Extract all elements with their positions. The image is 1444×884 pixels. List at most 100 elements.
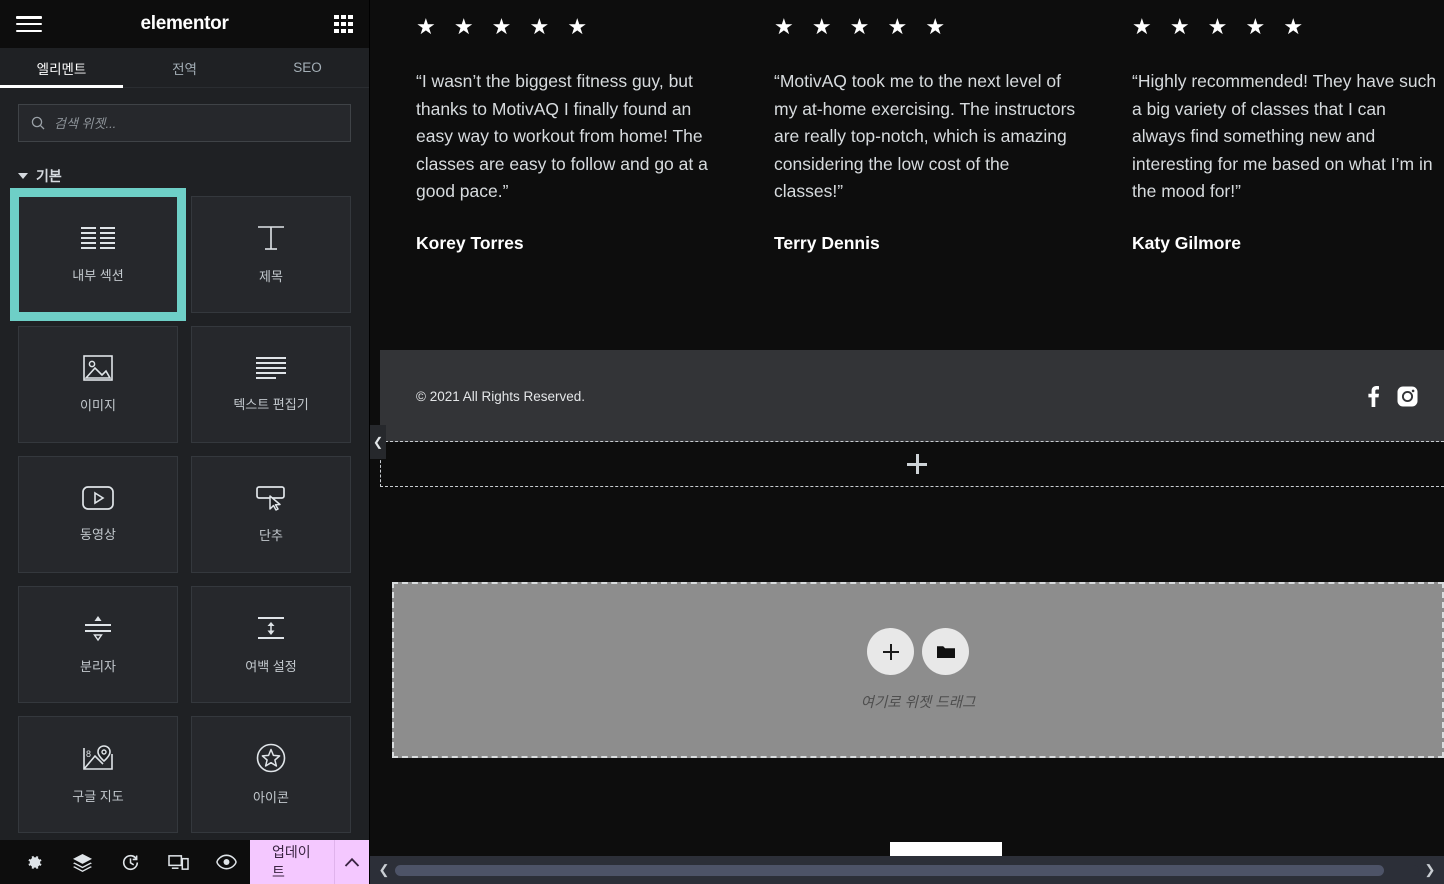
settings-gear-icon[interactable]: [10, 840, 58, 884]
facebook-icon[interactable]: [1368, 385, 1379, 407]
image-icon: [83, 355, 113, 381]
update-options-button[interactable]: [334, 840, 369, 884]
widget-text-editor[interactable]: 텍스트 편집기: [191, 326, 351, 443]
search-icon: [31, 116, 45, 130]
widget-divider-label: 분리자: [80, 659, 116, 674]
plus-icon: [907, 454, 927, 474]
panel-tabs: 엘리멘트 전역 SEO: [0, 48, 369, 88]
chevron-up-icon: [345, 857, 360, 867]
dropzone-label: 여기로 위젯 드래그: [860, 695, 976, 711]
site-preview: ★ ★ ★ ★ ★ “I wasn’t the biggest fitness …: [380, 0, 1444, 442]
widget-text-editor-label: 텍스트 편집기: [233, 397, 309, 412]
caret-down-icon: [18, 173, 28, 179]
widget-button-label: 단추: [259, 528, 283, 543]
folder-icon: [936, 645, 955, 658]
tab-global[interactable]: 전역: [123, 48, 246, 87]
tab-global-label: 전역: [172, 61, 197, 77]
video-icon: [82, 486, 114, 510]
rating-stars: ★ ★ ★ ★ ★: [416, 14, 594, 39]
history-clock-icon[interactable]: [106, 840, 154, 884]
editor-canvas: ❮ ★ ★ ★ ★ ★ “I wasn’t the biggest fitnes…: [370, 0, 1444, 884]
instagram-icon[interactable]: [1397, 386, 1418, 407]
responsive-device-icon[interactable]: [154, 840, 202, 884]
testimonial-author: Katy Gilmore: [1132, 232, 1241, 253]
widget-google-maps[interactable]: 8 구글 지도: [18, 716, 178, 833]
widget-spacer-label: 여백 설정: [245, 659, 297, 674]
scrollbar-thumb[interactable]: [395, 864, 1385, 876]
panel-body: 기본: [0, 88, 369, 840]
update-button[interactable]: 업데이트: [250, 840, 335, 884]
tab-elements[interactable]: 엘리멘트: [0, 48, 123, 88]
testimonial-card[interactable]: ★ ★ ★ ★ ★ “Highly recommended! They have…: [1096, 0, 1444, 306]
open-template-library-button[interactable]: [922, 628, 969, 675]
divider-icon: [85, 616, 111, 642]
star-icon: [256, 743, 286, 773]
widget-dropzone[interactable]: 여기로 위젯 드래그: [392, 582, 1444, 758]
tab-seo[interactable]: SEO: [246, 48, 369, 87]
category-basic: 기본 내부 섹션 제목 이미지 텍스트 편집기 동영상 단추 분리자 여백 설정…: [0, 166, 369, 833]
copyright-text: © 2021 All Rights Reserved.: [416, 388, 586, 404]
canvas-bottom-tab: [890, 842, 1002, 856]
testimonial-card[interactable]: ★ ★ ★ ★ ★ “MotivAQ took me to the next l…: [738, 0, 1096, 306]
plus-icon: [882, 643, 899, 660]
add-widget-button[interactable]: [867, 628, 914, 675]
tab-elements-label: 엘리멘트: [36, 61, 87, 77]
elementor-logo: elementor: [140, 13, 229, 34]
site-footer[interactable]: © 2021 All Rights Reserved.: [380, 350, 1444, 442]
widget-image[interactable]: 이미지: [18, 326, 178, 443]
search-input[interactable]: [54, 115, 338, 131]
button-icon: [256, 486, 285, 511]
widget-inner-section[interactable]: 내부 섹션: [10, 188, 186, 321]
inner-section-icon: [81, 227, 115, 249]
google-maps-icon: 8: [83, 745, 113, 770]
elementor-editor: elementor 엘리멘트 전역 SEO 검색 위젯... 기본 내부 섹션 …: [0, 0, 1444, 884]
chevron-left-icon: ❮: [372, 435, 384, 449]
apps-grid-icon[interactable]: [334, 14, 353, 34]
scroll-right-arrow[interactable]: ❯: [1422, 862, 1438, 878]
horizontal-scrollbar[interactable]: ❮ ❯: [370, 856, 1444, 884]
rating-stars: ★ ★ ★ ★ ★: [1132, 14, 1310, 39]
panel-collapse-handle[interactable]: ❮: [370, 425, 386, 459]
category-basic-header[interactable]: 기본: [0, 166, 369, 196]
testimonial-quote: “MotivAQ took me to the next level of my…: [774, 71, 1076, 201]
tab-seo-label: SEO: [293, 60, 322, 75]
text-editor-icon: [256, 357, 286, 379]
category-basic-label: 기본: [36, 168, 62, 184]
testimonial-card[interactable]: ★ ★ ★ ★ ★ “I wasn’t the biggest fitness …: [380, 0, 738, 306]
widgets-panel: elementor 엘리멘트 전역 SEO 검색 위젯... 기본 내부 섹션 …: [0, 0, 370, 884]
testimonial-quote: “I wasn’t the biggest fitness guy, but t…: [416, 71, 708, 201]
navigator-layers-icon[interactable]: [58, 840, 106, 884]
widget-icon-label: 아이콘: [253, 790, 289, 805]
rating-stars: ★ ★ ★ ★ ★: [774, 14, 952, 39]
widget-button[interactable]: 단추: [191, 456, 351, 573]
widget-video-label: 동영상: [80, 527, 116, 542]
social-links: [1368, 385, 1418, 407]
widget-google-maps-label: 구글 지도: [72, 789, 124, 804]
testimonial-author: Korey Torres: [416, 232, 524, 253]
scrollbar-track[interactable]: [395, 864, 1419, 876]
search-box[interactable]: [18, 104, 351, 142]
panel-header: elementor: [0, 0, 369, 48]
svg-text:8: 8: [86, 749, 91, 759]
widget-image-label: 이미지: [80, 398, 116, 413]
panel-footer-bar: 업데이트: [0, 840, 369, 884]
testimonial-quote: “Highly recommended! They have such a bi…: [1132, 71, 1437, 201]
add-new-section-button[interactable]: [380, 441, 1444, 487]
widget-video[interactable]: 동영상: [18, 456, 178, 573]
widget-icon[interactable]: 아이콘: [191, 716, 351, 833]
testimonials-section[interactable]: ★ ★ ★ ★ ★ “I wasn’t the biggest fitness …: [380, 0, 1444, 350]
update-button-label: 업데이트: [272, 844, 311, 880]
dropzone-buttons: [867, 628, 969, 675]
widget-divider[interactable]: 분리자: [18, 586, 178, 703]
hamburger-icon[interactable]: [16, 14, 42, 34]
widget-inner-section-label: 내부 섹션: [72, 268, 124, 283]
widget-spacer[interactable]: 여백 설정: [191, 586, 351, 703]
widgets-grid: 내부 섹션 제목 이미지 텍스트 편집기 동영상 단추 분리자 여백 설정 8 …: [0, 188, 369, 833]
preview-eye-icon[interactable]: [202, 840, 250, 884]
panel-footer-icons: [0, 840, 250, 884]
scroll-left-arrow[interactable]: ❮: [376, 862, 392, 878]
widget-heading[interactable]: 제목: [191, 196, 351, 313]
spacer-icon: [258, 617, 284, 639]
testimonial-author: Terry Dennis: [774, 232, 880, 253]
search-area: [0, 88, 369, 142]
